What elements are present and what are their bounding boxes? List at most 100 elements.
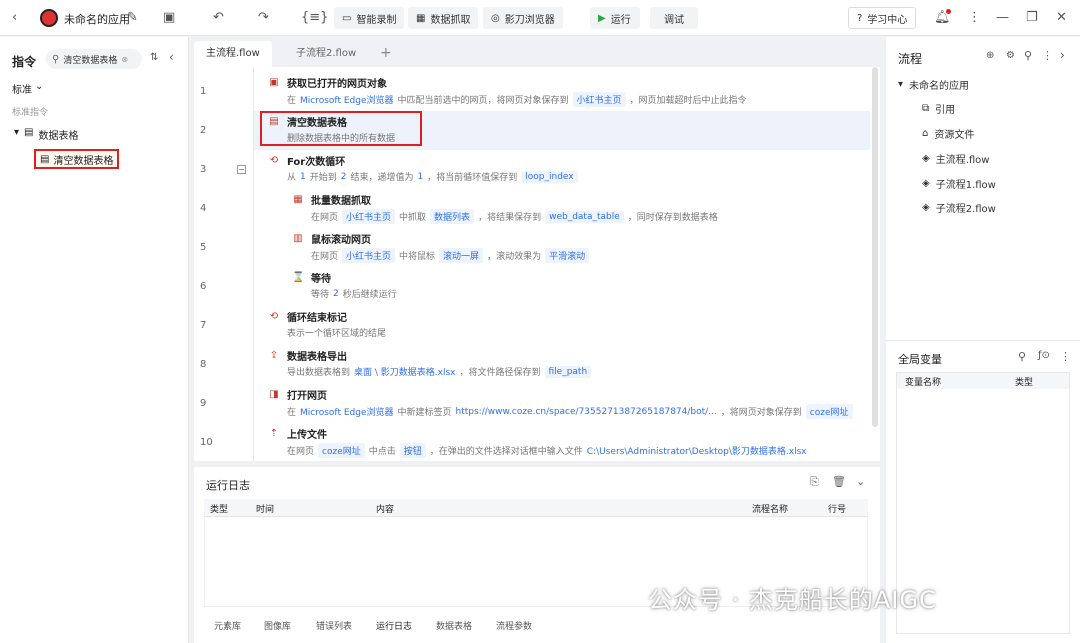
step-title: 鼠标滚动网页 — [311, 235, 371, 246]
desc-part: ，在弹出的文件选择对话框中输入文件 — [429, 447, 583, 457]
tab-subflow-2[interactable]: 子流程2.flow — [284, 41, 368, 67]
desc-part: web_data_table — [545, 210, 624, 223]
run-button[interactable]: ▶ 运行 — [590, 7, 640, 29]
tab-flow-params[interactable]: 流程参数 — [496, 619, 532, 632]
more-icon[interactable]: ⋮ — [968, 9, 981, 27]
add-flow-icon[interactable]: ⊕ — [986, 50, 994, 61]
sort-icon[interactable]: ⇅ — [150, 52, 158, 63]
step-title: 批量数据抓取 — [311, 196, 371, 207]
clear-icon[interactable]: ⊗ — [121, 55, 128, 64]
more-icon[interactable]: ⋮ — [1060, 350, 1071, 363]
save-icon[interactable]: ▣ — [163, 9, 175, 27]
tree-item-clear-table[interactable]: ▤ 清空数据表格 — [34, 149, 120, 169]
line-number: 8 — [200, 359, 207, 370]
line-number: 1 — [200, 86, 207, 97]
undo-icon[interactable]: ↶ — [213, 9, 224, 27]
close-icon[interactable]: ✕ — [1056, 9, 1067, 27]
desc-part: 开始到 — [309, 173, 337, 183]
step-description: 等待 2 秒后继续运行 — [311, 287, 397, 301]
chevron-down-icon[interactable]: ⌄ — [856, 475, 865, 488]
smart-record-button[interactable]: ▭ 智能录制 — [334, 7, 405, 29]
flow-editor: 主流程.flow 子流程2.flow + − 1 ▣ 获取已打开的网页对象在 Micr… — [194, 37, 880, 461]
search-input[interactable]: ⚲ 清空数据表格 ⊗ — [46, 49, 142, 69]
variable-icon[interactable]: {≡} — [301, 9, 328, 27]
webpage-icon: ▣ — [269, 77, 279, 88]
collapse-toggle-icon[interactable]: − — [237, 165, 246, 174]
step-row[interactable]: 2 ▤ 清空数据表格 删除数据表格中的所有数据 — [200, 112, 874, 151]
more-icon[interactable]: ⋮ — [1042, 49, 1053, 62]
step-row[interactable]: 3 ⟲ For次数循环从 1 开始到 2 结束，递增值为 1 ，将当前循环值保存到 loop_in… — [200, 151, 874, 190]
help-icon: ? — [857, 12, 863, 24]
desc-part: 2 — [333, 288, 339, 299]
desc-part: 2 — [340, 171, 347, 182]
scroll-icon: ▥ — [293, 233, 303, 244]
step-row[interactable]: 8 ⇪ 数据表格导出 导出数据表格到 桌面 \ 影刀数据表格.xlsx ，将文件路径保存到… — [200, 346, 874, 385]
collapse-icon[interactable]: › — [1060, 48, 1065, 62]
tree-item-reference[interactable]: ⧉ 引用 — [922, 101, 955, 116]
loop-end-icon: ⟲ — [269, 311, 279, 322]
table-icon: ▤ — [24, 127, 34, 138]
tree-app[interactable]: ▾ 未命名的应用 — [898, 77, 969, 92]
tree-item-resources[interactable]: ⌂ 资源文件 — [922, 126, 974, 141]
debug-button[interactable]: 调试 — [650, 7, 698, 29]
search-icon[interactable]: ⚲ — [1018, 350, 1026, 363]
line-number: 7 — [200, 320, 207, 331]
layers-icon: ◈ — [922, 202, 930, 213]
learning-center-button[interactable]: ? 学习中心 — [848, 7, 917, 29]
desc-part: 中点击 — [368, 447, 396, 457]
line-number: 3 — [200, 164, 207, 175]
settings-icon[interactable]: ⚙ — [1006, 50, 1015, 61]
table-icon: ▤ — [40, 153, 50, 165]
export-icon: ⇪ — [269, 350, 279, 361]
tab-error-list[interactable]: 错误列表 — [316, 619, 352, 632]
step-row[interactable]: 5 ▥ 鼠标滚动网页 在网页 小红书主页 中将鼠标 滚动一屏 ，滚动效果为 平滑滚动 — [200, 229, 874, 268]
chevron-down-icon: ⌄ — [35, 81, 44, 92]
step-description: 表示一个循环区域的结尾 — [287, 326, 386, 339]
tab-image-library[interactable]: 图像库 — [264, 619, 291, 632]
step-row[interactable]: 9 ◨ 打开网页在 Microsoft Edge浏览器 中新建标签页 https://ww… — [200, 385, 874, 424]
minimize-icon[interactable]: — — [996, 9, 1009, 27]
tab-element-library[interactable]: 元素库 — [214, 619, 241, 632]
back-icon[interactable]: ‹ — [12, 9, 17, 27]
step-title: 上传文件 — [287, 430, 327, 441]
data-capture-button[interactable]: ▦ 数据抓取 — [408, 7, 479, 29]
desc-part: 在网页 — [311, 213, 339, 223]
watermark: 公众号 · 杰克船长的AIGC — [648, 586, 937, 614]
step-row[interactable]: 4 ▦ 批量数据抓取 在网页 小红书主页 中抓取 数据列表 ，将结果保存到 web_data_t… — [200, 190, 874, 229]
link-icon: ⧉ — [922, 103, 930, 114]
collapse-icon[interactable]: ‹ — [169, 50, 174, 64]
step-description: 在网页 小红书主页 中将鼠标 滚动一屏 ，滚动效果为 平滑滚动 — [311, 248, 590, 263]
tree-group[interactable]: ▾ ▤ 数据表格 — [14, 127, 78, 142]
trash-icon[interactable]: 🗑︎ — [832, 475, 846, 488]
desc-part: ，网页加载超时后中止此指令 — [629, 96, 747, 106]
layers-icon: ◈ — [922, 153, 930, 164]
search-icon[interactable]: ⚲ — [1024, 49, 1032, 62]
step-row[interactable]: 6 ⌛ 等待 等待 2 秒后继续运行 — [200, 268, 874, 307]
desc-part: 在网页 — [311, 252, 339, 262]
hourglass-icon: ⌛ — [292, 272, 305, 283]
tab-main-flow[interactable]: 主流程.flow — [194, 41, 272, 67]
table-icon: ▤ — [269, 116, 279, 127]
desc-part: 小红书主页 — [572, 92, 626, 107]
step-row[interactable]: 10 ⇡ 上传文件 在网页 coze网址 中点击 按钮 ，在弹出的文件选择对话框中输入文件 C:… — [200, 424, 874, 463]
redo-icon[interactable]: ↷ — [258, 9, 269, 27]
add-tab-icon[interactable]: + — [380, 45, 392, 61]
tab-run-log[interactable]: 运行日志 — [376, 619, 412, 632]
function-icon[interactable]: ƒ⊙ — [1038, 350, 1050, 361]
restore-icon[interactable]: ❐ — [1026, 9, 1038, 27]
desc-part: 按钮 — [399, 443, 426, 458]
tab-bar: 主流程.flow 子流程2.flow + — [194, 37, 880, 67]
tree-item-subflow-2[interactable]: ◈ 子流程2.flow — [922, 200, 996, 215]
tab-data-table[interactable]: 数据表格 — [436, 619, 472, 632]
tree-item-main-flow[interactable]: ◈ 主流程.flow — [922, 151, 989, 166]
step-title: 循环结束标记 — [287, 313, 347, 324]
export-icon[interactable]: ⎘ — [810, 475, 819, 489]
filter-dropdown[interactable]: 标准 ⌄ — [12, 81, 43, 96]
desc-part: 中将鼠标 — [399, 252, 436, 262]
browser-button[interactable]: ◎ 影刀浏览器 — [483, 7, 563, 29]
edit-icon[interactable]: ✎ — [127, 9, 138, 27]
tree-item-subflow-1[interactable]: ◈ 子流程1.flow — [922, 176, 996, 191]
step-row[interactable]: 7 ⟲ 循环结束标记表示一个循环区域的结尾 — [200, 307, 874, 346]
step-row[interactable]: 1 ▣ 获取已打开的网页对象在 Microsoft Edge浏览器 中匹配当前选中的网页… — [200, 73, 874, 112]
step-title: 打开网页 — [287, 391, 327, 402]
